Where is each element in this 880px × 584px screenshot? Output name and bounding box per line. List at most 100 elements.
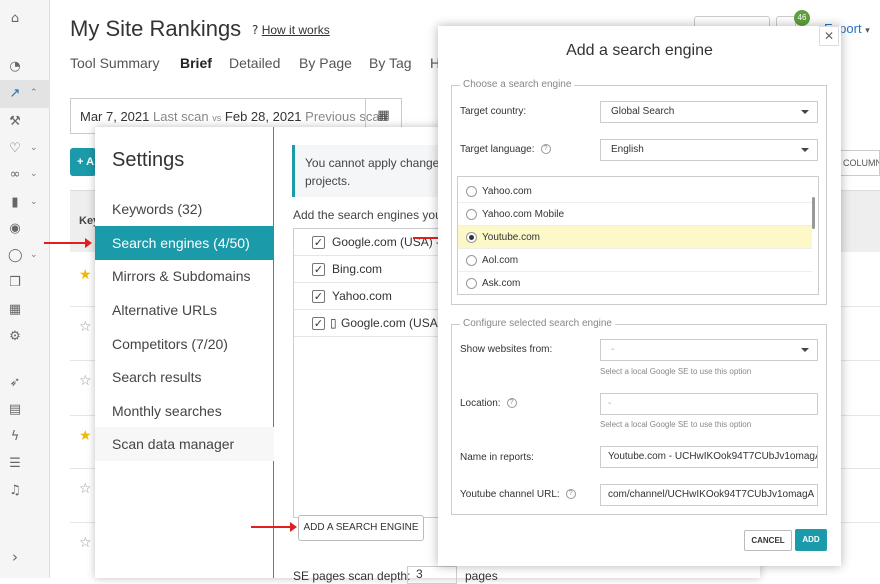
tab-by-tag[interactable]: By Tag (369, 55, 412, 71)
configure-engine-legend: Configure selected search engine (460, 318, 615, 329)
list-icon[interactable]: ☰ (8, 457, 22, 471)
chat-bubble-icon[interactable]: ◯ (8, 249, 23, 263)
list-item[interactable]: Ask.com (458, 272, 812, 294)
target-language-select[interactable]: English (600, 139, 818, 161)
mobile-device-icon: ▯ (330, 316, 337, 330)
settings-item-search-results[interactable]: Search results (95, 360, 274, 394)
list-item[interactable]: ✓ Yahoo.com (294, 283, 444, 310)
radio-button[interactable] (466, 209, 477, 220)
bell-icon[interactable]: ♫ (8, 484, 22, 498)
channel-url-input[interactable]: com/channel/UCHwIKOok94T7CUbJv1omagA (600, 484, 818, 506)
star-outline-icon[interactable]: ☆ (79, 481, 92, 497)
columns-button[interactable]: COLUMNS (836, 150, 880, 176)
checkbox-checked-icon[interactable]: ✓ (312, 236, 325, 249)
list-item[interactable]: Aol.com (458, 249, 812, 272)
target-country-select[interactable]: Global Search (600, 101, 818, 123)
settings-item-scan-data-manager[interactable]: Scan data manager (95, 427, 274, 461)
help-circle-icon[interactable]: ? (506, 398, 517, 409)
add-search-engine-button[interactable]: ADD A SEARCH ENGINE (298, 515, 424, 541)
radio-button[interactable] (466, 255, 477, 266)
scan-depth-label: SE pages scan depth: (293, 569, 411, 583)
book-icon[interactable]: ❒ (8, 276, 22, 290)
lightning-icon[interactable]: ϟ (8, 430, 22, 444)
expand-rail-icon[interactable]: › (8, 550, 22, 565)
show-websites-hint: Select a local Google SE to use this opt… (600, 367, 752, 376)
calendar-icon[interactable]: ▦ (8, 303, 22, 317)
location-pin-icon[interactable]: ◉ (8, 222, 22, 236)
list-item-selected[interactable]: Youtube.com (458, 226, 812, 249)
target-country-label: Target country: (460, 106, 527, 117)
chevron-down-icon[interactable]: ⌄ (30, 143, 38, 153)
cancel-button[interactable]: CANCEL (744, 530, 792, 551)
chevron-down-icon[interactable]: ⌄ (30, 169, 38, 179)
dialog-title: Add a search engine (566, 42, 713, 59)
list-item[interactable]: ✓ Bing.com (294, 256, 444, 283)
chevron-down-icon[interactable]: ⌄ (30, 250, 38, 260)
bar-chart-icon[interactable]: ▮ (8, 196, 22, 210)
show-websites-select[interactable]: - (600, 339, 818, 361)
show-websites-label: Show websites from: (460, 344, 553, 355)
page-title: My Site Rankings (70, 16, 242, 41)
add-engines-instruction: Add the search engines you (293, 208, 442, 222)
tab-by-page[interactable]: By Page (299, 55, 352, 71)
settings-sidebar: Settings Keywords (32) Search engines (4… (95, 127, 274, 578)
left-rail: ⌂ ◔ ↗ ⌃ ⚒ ♡ ⌄ ∞ ⌄ ▮ ⌄ ◉ ◯ ⌄ ❒ ▦ ⚙ ➶ ▤ ϟ … (0, 0, 50, 578)
home-icon[interactable]: ⌂ (8, 12, 22, 26)
settings-item-monthly-searches[interactable]: Monthly searches (95, 394, 274, 428)
annotation-arrow (251, 522, 297, 532)
search-engine-list: ✓ Google.com (USA) - ✓ Bing.com ✓ Yahoo.com… (293, 228, 444, 518)
checkbox-checked-icon[interactable]: ✓ (312, 317, 325, 330)
dashboard-icon[interactable]: ◔ (8, 60, 22, 74)
tab-detailed[interactable]: Detailed (229, 55, 280, 71)
rocket-icon[interactable]: ➶ (8, 376, 22, 390)
name-in-reports-input[interactable]: Youtube.com - UCHwIKOok94T7CUbJv1omagA (600, 446, 818, 468)
star-filled-icon[interactable]: ★ (79, 428, 92, 444)
settings-item-alternative-urls[interactable]: Alternative URLs (95, 293, 274, 327)
settings-item-keywords[interactable]: Keywords (32) (95, 192, 274, 226)
location-label: Location:? (460, 398, 517, 409)
name-in-reports-label: Name in reports: (460, 452, 534, 463)
chevron-down-icon[interactable]: ⌄ (30, 197, 38, 207)
tab-brief[interactable]: Brief (180, 55, 212, 71)
star-outline-icon[interactable]: ☆ (79, 373, 92, 389)
add-button[interactable]: ADD (795, 529, 827, 551)
add-keyword-button[interactable]: + A (70, 148, 96, 176)
notification-count-badge: 46 (794, 10, 810, 26)
list-item[interactable]: ✓ ▯ Google.com (USA) (294, 310, 444, 337)
chevron-down-icon (801, 110, 809, 114)
checkbox-checked-icon[interactable]: ✓ (312, 290, 325, 303)
scan-depth-select[interactable]: 3 (407, 566, 457, 584)
heartbeat-icon[interactable]: ♡ (8, 142, 22, 156)
checkbox-checked-icon[interactable]: ✓ (312, 263, 325, 276)
location-hint: Select a local Google SE to use this opt… (600, 420, 752, 429)
radio-button[interactable] (466, 278, 477, 289)
rankings-chart-icon[interactable]: ↗ (8, 87, 22, 101)
how-it-works-link[interactable]: ? How it works (252, 23, 330, 37)
search-engine-radio-list: Yahoo.com Yahoo.com Mobile Youtube.com A… (457, 176, 819, 295)
scan-depth-unit: pages (465, 569, 498, 583)
star-outline-icon[interactable]: ☆ (79, 535, 92, 551)
help-circle-icon: ? (252, 23, 259, 37)
star-outline-icon[interactable]: ☆ (79, 319, 92, 335)
list-item[interactable]: Yahoo.com (458, 180, 812, 203)
settings-item-competitors[interactable]: Competitors (7/20) (95, 327, 274, 361)
chevron-up-icon[interactable]: ⌃ (30, 88, 38, 98)
wrench-icon[interactable]: ⚒ (8, 115, 22, 129)
star-filled-icon[interactable]: ★ (79, 267, 92, 283)
list-item[interactable]: ✓ Google.com (USA) - (294, 229, 444, 256)
pdf-file-icon[interactable]: ▤ (8, 403, 22, 417)
link-icon[interactable]: ∞ (8, 168, 22, 182)
help-circle-icon[interactable]: ? (540, 144, 551, 155)
gear-icon[interactable]: ⚙ (8, 330, 22, 344)
help-circle-icon[interactable]: ? (565, 489, 576, 500)
radio-button-selected[interactable] (466, 232, 477, 243)
chevron-down-icon: ▾ (865, 25, 870, 35)
tab-tool-summary[interactable]: Tool Summary (70, 55, 159, 71)
scrollbar[interactable] (812, 197, 815, 229)
target-language-label: Target language:? (460, 144, 551, 155)
location-input[interactable]: - (600, 393, 818, 415)
settings-item-search-engines[interactable]: Search engines (4/50) (95, 226, 274, 260)
settings-item-mirrors[interactable]: Mirrors & Subdomains (95, 259, 274, 293)
radio-button[interactable] (466, 186, 477, 197)
list-item[interactable]: Yahoo.com Mobile (458, 203, 812, 226)
